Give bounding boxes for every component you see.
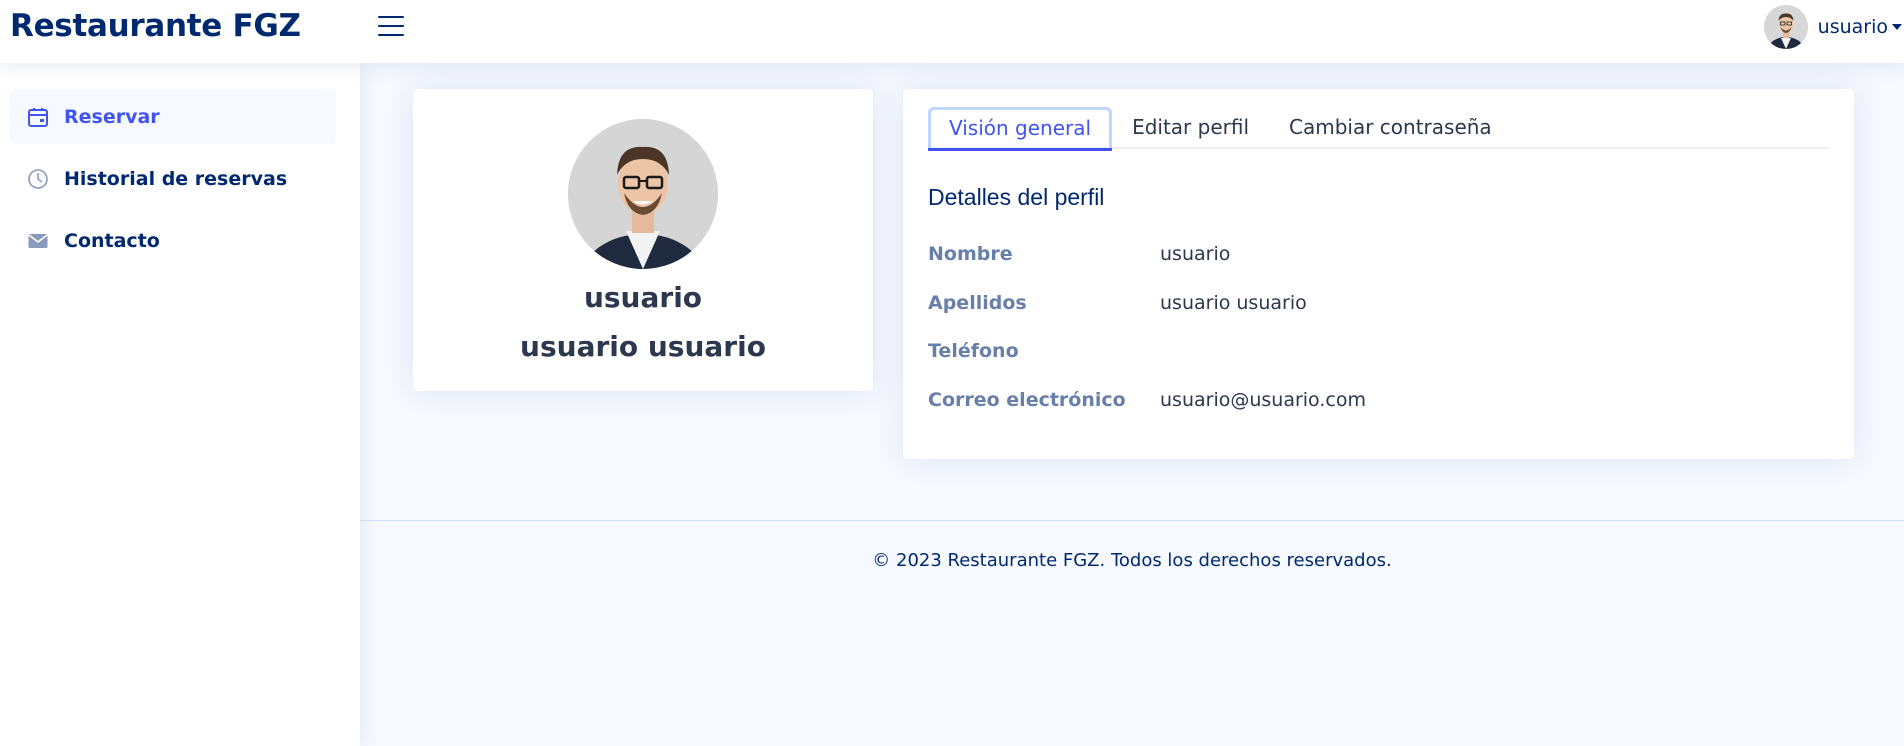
sidebar-item-contacto[interactable]: Contacto	[10, 213, 336, 268]
profile-tabs: Visión general Editar perfil Cambiar con…	[928, 107, 1829, 151]
profile-details-card: Visión general Editar perfil Cambiar con…	[903, 89, 1854, 459]
sidebar-toggle-button[interactable]	[376, 13, 406, 39]
chevron-down-icon	[1892, 24, 1902, 30]
detail-label: Apellidos	[928, 292, 1027, 314]
profile-avatar	[568, 119, 718, 269]
profile-full-name: usuario usuario	[520, 330, 766, 363]
profile-card: usuario usuario usuario	[413, 89, 873, 391]
detail-row-apellidos: Apellidos usuario usuario	[928, 288, 1828, 318]
sidebar-item-reservar[interactable]: Reservar	[10, 89, 336, 144]
clock-icon	[27, 168, 49, 190]
sidebar-item-label: Reservar	[64, 105, 160, 128]
tab-editar-perfil[interactable]: Editar perfil	[1112, 107, 1269, 149]
section-title: Detalles del perfil	[928, 184, 1105, 210]
footer-copyright: © 2023 Restaurante FGZ. Todos los derech…	[872, 550, 1392, 571]
detail-value: usuario	[1160, 243, 1231, 265]
menu-bar-icon	[378, 16, 404, 18]
detail-row-telefono: Teléfono	[928, 336, 1828, 366]
user-menu-label: usuario	[1817, 16, 1888, 38]
detail-value: usuario usuario	[1160, 292, 1307, 314]
tab-vision-general[interactable]: Visión general	[928, 107, 1113, 151]
sidebar-item-label: Historial de reservas	[64, 167, 288, 190]
sidebar-item-label: Contacto	[64, 229, 160, 252]
profile-username: usuario	[583, 281, 703, 314]
sidebar-item-historial[interactable]: Historial de reservas	[10, 151, 336, 206]
menu-bar-icon	[378, 25, 404, 27]
top-header: Restaurante FGZ usuario	[0, 0, 1904, 63]
calendar-icon	[27, 106, 49, 128]
detail-row-correo: Correo electrónico usuario@usuario.com	[928, 385, 1828, 415]
sidebar: Reservar Historial de reservas Contacto	[0, 63, 360, 746]
menu-bar-icon	[378, 34, 404, 36]
detail-row-nombre: Nombre usuario	[928, 239, 1828, 269]
user-avatar	[1763, 5, 1808, 49]
tab-cambiar-contrasena[interactable]: Cambiar contraseña	[1269, 107, 1512, 149]
detail-label: Correo electrónico	[928, 389, 1126, 411]
detail-label: Nombre	[928, 243, 1013, 265]
envelope-icon	[27, 230, 49, 252]
site-logo[interactable]: Restaurante FGZ	[10, 8, 301, 44]
detail-label: Teléfono	[928, 340, 1019, 362]
footer: © 2023 Restaurante FGZ. Todos los derech…	[360, 520, 1904, 600]
user-menu-dropdown[interactable]: usuario	[1763, 4, 1904, 50]
detail-value: usuario@usuario.com	[1160, 389, 1366, 411]
